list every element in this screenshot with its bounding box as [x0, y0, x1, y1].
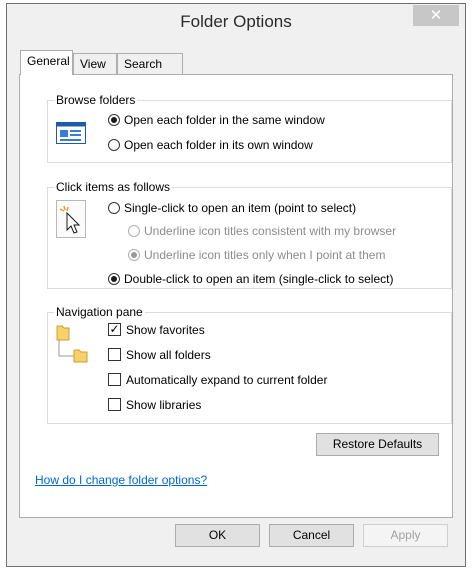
show-favorites-label: Show favorites — [126, 323, 205, 337]
navigation-pane-label: Navigation pane — [54, 305, 145, 319]
restore-defaults-button[interactable]: Restore Defaults — [316, 433, 439, 456]
same-window-icon — [56, 122, 86, 147]
single-click-option[interactable]: Single-click to open an item (point to s… — [108, 199, 356, 217]
checkbox-checked-icon[interactable]: ✓ — [108, 323, 121, 337]
open-own-window-label: Open each folder in its own window — [124, 138, 313, 152]
show-libraries-label: Show libraries — [126, 398, 202, 412]
underline-point-label: Underline icon titles only when I point … — [144, 248, 386, 262]
underline-browser-label: Underline icon titles consistent with my… — [144, 224, 397, 238]
open-own-window-option[interactable]: Open each folder in its own window — [108, 136, 313, 154]
double-click-option[interactable]: Double-click to open an item (single-cli… — [108, 270, 393, 288]
click-items-label: Click items as follows — [54, 180, 173, 194]
close-button[interactable]: ✕ — [413, 5, 459, 26]
cancel-button[interactable]: Cancel — [269, 524, 354, 547]
open-same-window-label: Open each folder in the same window — [124, 113, 325, 127]
underline-point-option: Underline icon titles only when I point … — [128, 246, 385, 264]
tab-view[interactable]: View — [73, 53, 117, 74]
radio-icon[interactable] — [108, 113, 120, 126]
general-tab-panel: Browse folders Open each folder in the s… — [19, 74, 453, 518]
browse-folders-label: Browse folders — [54, 93, 138, 107]
window-title: Folder Options — [180, 12, 292, 31]
show-favorites-option[interactable]: ✓ Show favorites — [108, 321, 205, 339]
close-icon: ✕ — [429, 7, 443, 24]
tab-general[interactable]: General — [20, 50, 73, 75]
auto-expand-option[interactable]: Automatically expand to current folder — [108, 371, 327, 389]
radio-icon[interactable] — [108, 138, 120, 151]
ok-button[interactable]: OK — [175, 524, 260, 547]
checkbox-icon[interactable] — [108, 348, 121, 362]
single-click-label: Single-click to open an item (point to s… — [124, 201, 357, 215]
radio-icon[interactable] — [108, 201, 120, 214]
double-click-label: Double-click to open an item (single-cli… — [124, 272, 394, 286]
pointer-click-icon — [56, 200, 86, 241]
underline-browser-option: Underline icon titles consistent with my… — [128, 222, 396, 240]
folder-tree-icon — [56, 324, 90, 367]
radio-icon[interactable] — [108, 272, 120, 285]
checkbox-icon[interactable] — [108, 373, 121, 387]
show-libraries-option[interactable]: Show libraries — [108, 396, 201, 414]
open-same-window-option[interactable]: Open each folder in the same window — [108, 111, 325, 129]
auto-expand-label: Automatically expand to current folder — [126, 373, 328, 387]
folder-options-window: Folder Options ✕ General View Search Bro… — [6, 3, 466, 567]
radio-icon — [128, 224, 140, 237]
apply-button[interactable]: Apply — [363, 524, 448, 547]
checkbox-icon[interactable] — [108, 398, 121, 412]
radio-icon — [128, 248, 140, 261]
tab-search[interactable]: Search — [117, 53, 183, 74]
title-bar[interactable]: Folder Options ✕ — [7, 4, 465, 38]
help-link[interactable]: How do I change folder options? — [35, 473, 207, 487]
show-all-folders-option[interactable]: Show all folders — [108, 346, 211, 364]
show-all-folders-label: Show all folders — [126, 348, 211, 362]
